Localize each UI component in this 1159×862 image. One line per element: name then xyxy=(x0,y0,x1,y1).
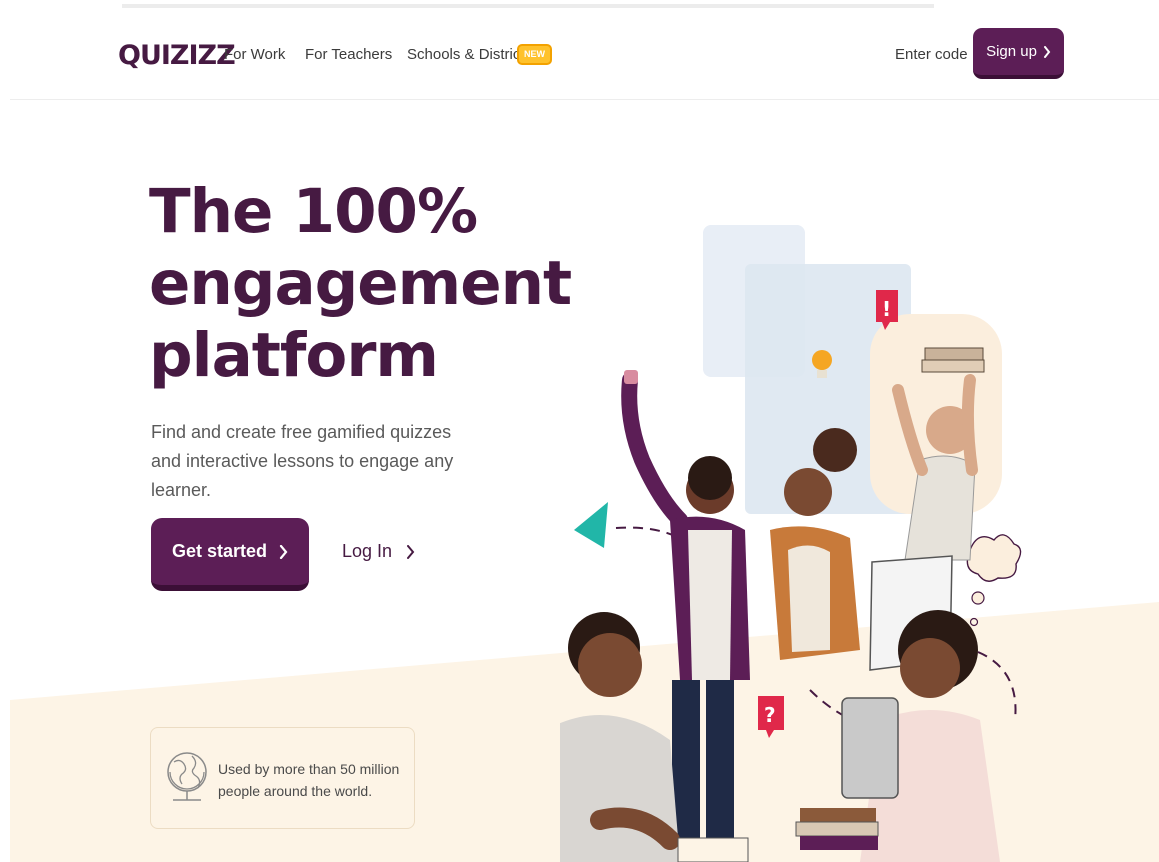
headline-line-1: The 100% xyxy=(149,176,478,247)
question-bubble-icon: ? xyxy=(758,696,784,738)
nav-schools-districts[interactable]: Schools & Districts xyxy=(407,46,532,63)
top-strip xyxy=(122,4,934,8)
enter-code-link[interactable]: Enter code xyxy=(895,46,968,63)
headline-line-2: engagement xyxy=(149,248,572,319)
nav-for-teachers[interactable]: For Teachers xyxy=(305,46,392,63)
sign-up-label: Sign up xyxy=(986,43,1037,60)
hero-subtitle: Find and create free gamified quizzes an… xyxy=(151,422,454,500)
svg-text:?: ? xyxy=(764,703,776,727)
chevron-right-icon xyxy=(279,544,288,559)
get-started-button[interactable]: Get started xyxy=(151,518,309,591)
teacher-figure xyxy=(560,612,680,862)
paper-plane-icon xyxy=(574,502,608,548)
chevron-right-icon xyxy=(407,545,415,559)
get-started-label: Get started xyxy=(171,541,268,561)
log-in-label: Log In xyxy=(342,541,393,561)
usage-stat-text: Used by more than 50 million people arou… xyxy=(218,761,400,799)
quizizz-logo[interactable]: QUIZIZZ xyxy=(118,40,236,71)
usage-stat-card: Used by more than 50 million people arou… xyxy=(150,727,415,829)
hero-headline: The 100% engagement platform xyxy=(149,176,572,392)
sign-up-button[interactable]: Sign up xyxy=(973,28,1064,79)
headline-line-3: platform xyxy=(149,320,439,391)
nav-for-work[interactable]: For Work xyxy=(224,46,285,63)
log-in-link[interactable]: Log In xyxy=(342,541,415,562)
chevron-right-icon xyxy=(1043,45,1051,58)
hero-illustration: ! ? xyxy=(560,225,1022,862)
globe-icon xyxy=(167,752,207,801)
site-header: QUIZIZZ For Work For Teachers Schools & … xyxy=(10,10,1159,100)
new-badge: NEW xyxy=(517,44,552,65)
svg-text:!: ! xyxy=(882,297,891,321)
